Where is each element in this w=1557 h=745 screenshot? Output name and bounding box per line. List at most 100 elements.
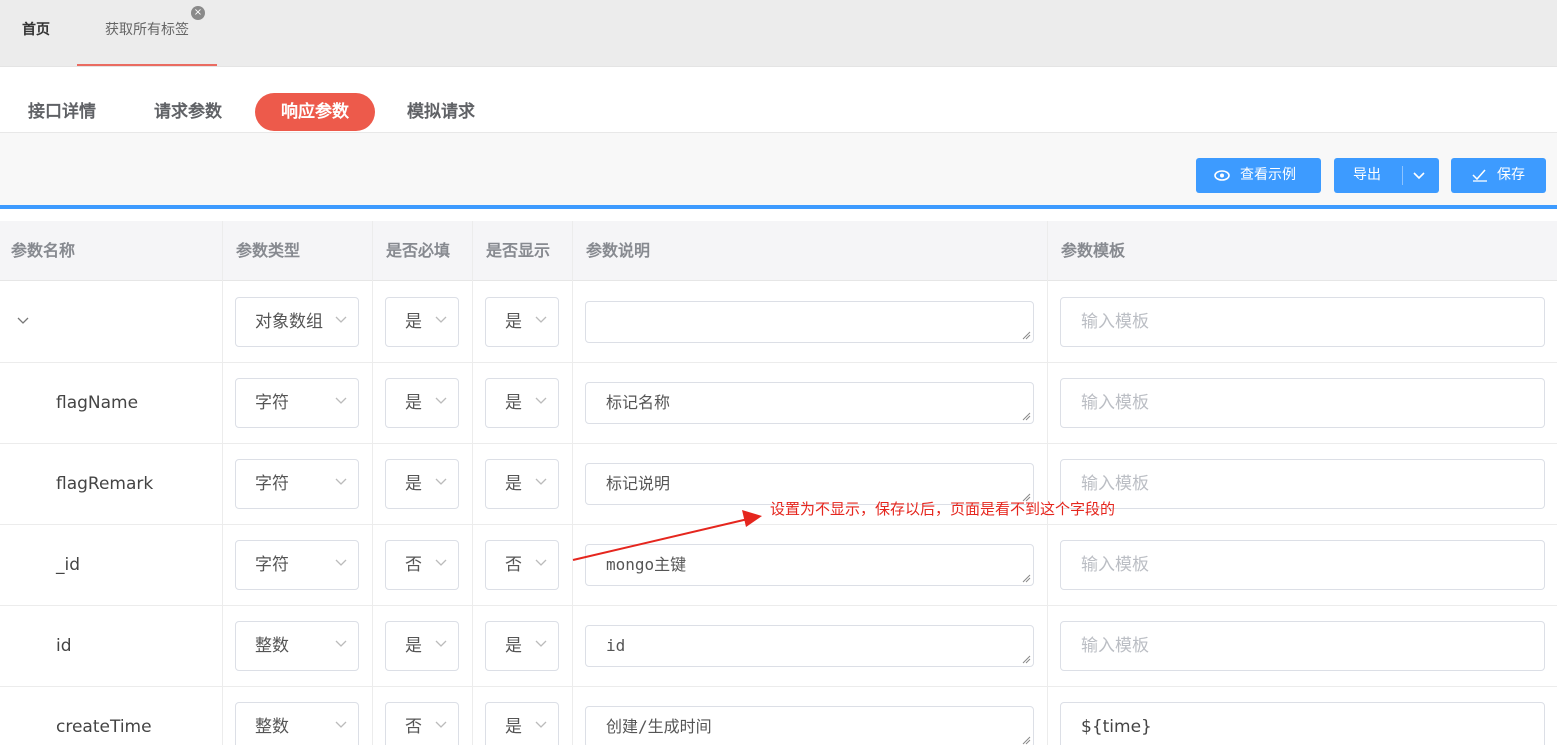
display-value: 是 bbox=[505, 312, 522, 332]
tab-response-params[interactable]: 响应参数 bbox=[255, 93, 375, 131]
toolbar-divider bbox=[0, 205, 1557, 209]
close-icon[interactable]: × bbox=[191, 6, 205, 20]
description-textarea[interactable]: 标记名称 bbox=[585, 382, 1034, 424]
table-header: 参数名称 参数类型 是否必填 是否显示 参数说明 参数模板 bbox=[0, 221, 1557, 281]
divider bbox=[1402, 166, 1403, 185]
chevron-down-icon bbox=[435, 478, 447, 485]
description-value: 标记名称 bbox=[606, 393, 671, 412]
resize-grip-icon[interactable] bbox=[1021, 573, 1031, 583]
table-row: _id 字符 否 否 mongo主键 输入模板 bbox=[0, 525, 1557, 606]
param-type-select[interactable]: 对象数组 bbox=[235, 297, 359, 347]
template-input[interactable]: 输入模板 bbox=[1060, 459, 1545, 509]
table-row: id 整数 是 是 id 输入模板 bbox=[0, 606, 1557, 687]
resize-grip-icon[interactable] bbox=[1021, 411, 1031, 421]
description-textarea[interactable] bbox=[585, 301, 1034, 343]
template-input[interactable]: 输入模板 bbox=[1060, 297, 1545, 347]
param-type-select[interactable]: 整数 bbox=[235, 621, 359, 671]
chevron-down-icon bbox=[535, 316, 547, 323]
chevron-down-icon bbox=[535, 559, 547, 566]
description-textarea[interactable]: 创建/生成时间 bbox=[585, 706, 1034, 745]
description-value: 标记说明 bbox=[606, 474, 671, 493]
sub-tab-bar: 接口详情 请求参数 响应参数 模拟请求 bbox=[0, 67, 1557, 133]
param-type-select[interactable]: 字符 bbox=[235, 459, 359, 509]
display-select[interactable]: 否 bbox=[485, 540, 559, 590]
required-select[interactable]: 是 bbox=[385, 297, 459, 347]
required-select[interactable]: 否 bbox=[385, 702, 459, 745]
template-input[interactable]: ${time} bbox=[1060, 702, 1545, 745]
template-input[interactable]: 输入模板 bbox=[1060, 621, 1545, 671]
chevron-down-icon bbox=[535, 640, 547, 647]
tab-mock-request[interactable]: 模拟请求 bbox=[407, 93, 475, 131]
template-placeholder: 输入模板 bbox=[1081, 636, 1149, 656]
description-value: id bbox=[606, 636, 626, 655]
param-name: flagRemark bbox=[56, 474, 154, 494]
chevron-down-icon bbox=[435, 316, 447, 323]
chevron-down-icon bbox=[435, 559, 447, 566]
table-row: flagName 字符 是 是 标记名称 输入模板 bbox=[0, 363, 1557, 444]
display-select[interactable]: 是 bbox=[485, 702, 559, 745]
chevron-down-icon bbox=[435, 397, 447, 404]
display-value: 是 bbox=[505, 636, 522, 656]
template-input[interactable]: 输入模板 bbox=[1060, 378, 1545, 428]
required-value: 是 bbox=[405, 393, 422, 413]
resize-grip-icon[interactable] bbox=[1021, 654, 1031, 664]
chevron-down-icon bbox=[535, 478, 547, 485]
header-display: 是否显示 bbox=[486, 241, 551, 260]
eye-icon bbox=[1214, 158, 1230, 207]
required-select[interactable]: 是 bbox=[385, 378, 459, 428]
template-value: ${time} bbox=[1081, 717, 1152, 737]
required-select[interactable]: 是 bbox=[385, 621, 459, 671]
param-type-select[interactable]: 整数 bbox=[235, 702, 359, 745]
chevron-down-icon[interactable] bbox=[1412, 158, 1426, 207]
display-select[interactable]: 是 bbox=[485, 378, 559, 428]
param-type-value: 字符 bbox=[255, 555, 289, 575]
required-value: 是 bbox=[405, 474, 422, 494]
description-textarea[interactable]: mongo主键 bbox=[585, 544, 1034, 586]
param-type-select[interactable]: 字符 bbox=[235, 378, 359, 428]
display-select[interactable]: 是 bbox=[485, 297, 559, 347]
chevron-down-icon bbox=[535, 397, 547, 404]
param-type-select[interactable]: 字符 bbox=[235, 540, 359, 590]
resize-grip-icon[interactable] bbox=[1021, 735, 1031, 745]
export-label: 导出 bbox=[1353, 167, 1381, 183]
param-name: id bbox=[56, 636, 72, 656]
header-description: 参数说明 bbox=[586, 241, 651, 260]
chevron-down-icon bbox=[335, 316, 347, 323]
table-row: createTime 整数 否 是 创建/生成时间 ${time} bbox=[0, 687, 1557, 745]
display-select[interactable]: 是 bbox=[485, 459, 559, 509]
tab-request-params[interactable]: 请求参数 bbox=[154, 93, 222, 131]
tab-home[interactable]: 首页 bbox=[22, 0, 50, 66]
description-textarea[interactable]: id bbox=[585, 625, 1034, 667]
save-label: 保存 bbox=[1497, 167, 1525, 183]
check-icon bbox=[1472, 158, 1488, 207]
required-select[interactable]: 否 bbox=[385, 540, 459, 590]
template-input[interactable]: 输入模板 bbox=[1060, 540, 1545, 590]
chevron-down-icon bbox=[435, 721, 447, 728]
header-param-name: 参数名称 bbox=[11, 241, 76, 260]
display-select[interactable]: 是 bbox=[485, 621, 559, 671]
template-placeholder: 输入模板 bbox=[1081, 393, 1149, 413]
display-value: 是 bbox=[505, 393, 522, 413]
tab-interface-details[interactable]: 接口详情 bbox=[28, 93, 96, 131]
display-value: 是 bbox=[505, 717, 522, 737]
header-template: 参数模板 bbox=[1061, 241, 1126, 260]
description-value: 创建/生成时间 bbox=[606, 717, 712, 736]
template-placeholder: 输入模板 bbox=[1081, 555, 1149, 575]
view-example-button[interactable]: 查看示例 bbox=[1196, 158, 1321, 193]
toolbar: 查看示例 导出 保存 bbox=[0, 133, 1557, 205]
display-value: 是 bbox=[505, 474, 522, 494]
required-value: 否 bbox=[405, 717, 422, 737]
chevron-down-icon bbox=[435, 640, 447, 647]
top-tab-bar: 首页 获取所有标签 × bbox=[0, 0, 1557, 67]
header-required: 是否必填 bbox=[386, 241, 451, 260]
chevron-down-icon[interactable] bbox=[16, 314, 30, 332]
resize-grip-icon[interactable] bbox=[1021, 330, 1031, 340]
table-row: 对象数组 是 是 输入模板 bbox=[0, 282, 1557, 363]
chevron-down-icon bbox=[335, 397, 347, 404]
required-value: 是 bbox=[405, 312, 422, 332]
param-type-value: 整数 bbox=[255, 717, 289, 737]
export-button[interactable]: 导出 bbox=[1334, 158, 1439, 193]
param-type-value: 整数 bbox=[255, 636, 289, 656]
required-select[interactable]: 是 bbox=[385, 459, 459, 509]
save-button[interactable]: 保存 bbox=[1451, 158, 1546, 193]
